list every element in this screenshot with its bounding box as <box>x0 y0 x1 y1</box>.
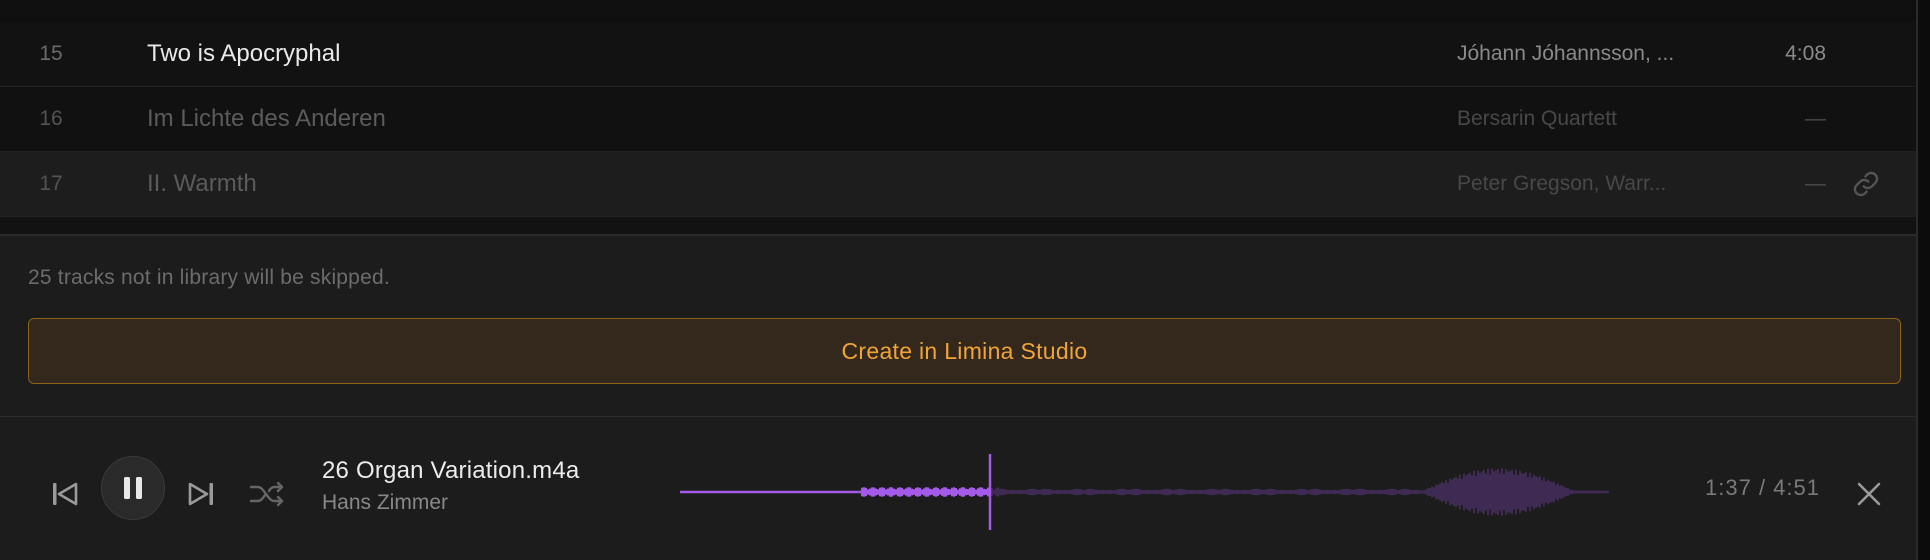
previous-track-button[interactable] <box>47 476 83 512</box>
track-number: 15 <box>39 42 63 65</box>
playback-time: 1:37 / 4:51 <box>1705 475 1820 500</box>
track-duration: 4:08 <box>1785 42 1826 65</box>
track-title: Two is Apocryphal <box>147 40 341 67</box>
close-player-button[interactable] <box>1852 477 1886 511</box>
track-list: 15 Two is Apocryphal Jóhann Jóhannsson, … <box>0 0 1916 236</box>
track-duration: — <box>1805 172 1826 195</box>
playlist-import-panel: 15 Two is Apocryphal Jóhann Jóhannsson, … <box>0 0 1916 560</box>
pause-button[interactable] <box>101 456 165 520</box>
now-playing-bar: 26 Organ Variation.m4a Hans Zimmer 1:37 … <box>0 417 1916 560</box>
create-in-limina-studio-button[interactable]: Create in Limina Studio <box>28 318 1901 384</box>
link-icon[interactable] <box>1852 170 1880 198</box>
create-button-label: Create in Limina Studio <box>841 337 1088 364</box>
track-artist: Bersarin Quartett <box>1457 107 1617 130</box>
waveform-scrubber[interactable] <box>680 452 1610 532</box>
next-track-button[interactable] <box>183 476 219 512</box>
skipped-tracks-note: 25 tracks not in library will be skipped… <box>28 266 390 289</box>
next-icon <box>188 482 213 506</box>
track-row[interactable]: 16 Im Lichte des Anderen Bersarin Quarte… <box>0 87 1916 152</box>
now-playing-artist: Hans Zimmer <box>322 491 449 514</box>
window-edge <box>1916 0 1930 560</box>
track-title: II. Warmth <box>147 170 257 197</box>
track-duration: — <box>1805 107 1826 130</box>
track-row[interactable]: 17 II. Warmth Peter Gregson, Warr... — <box>0 152 1916 217</box>
track-artist: Peter Gregson, Warr... <box>1457 172 1667 195</box>
track-number: 17 <box>39 172 63 195</box>
track-number: 16 <box>39 107 63 130</box>
waveform-unplayed <box>989 468 1609 516</box>
track-artist: Jóhann Jóhannsson, ... <box>1457 42 1675 65</box>
track-title: Im Lichte des Anderen <box>147 105 386 132</box>
pause-icon <box>124 477 142 499</box>
previous-icon <box>53 482 78 506</box>
list-header-strip <box>0 0 1916 23</box>
track-row[interactable]: 15 Two is Apocryphal Jóhann Jóhannsson, … <box>0 22 1916 87</box>
now-playing-title: 26 Organ Variation.m4a <box>322 457 580 484</box>
shuffle-icon <box>249 481 284 507</box>
close-icon <box>1857 482 1881 506</box>
list-divider <box>0 234 1916 236</box>
shuffle-button[interactable] <box>248 476 286 512</box>
